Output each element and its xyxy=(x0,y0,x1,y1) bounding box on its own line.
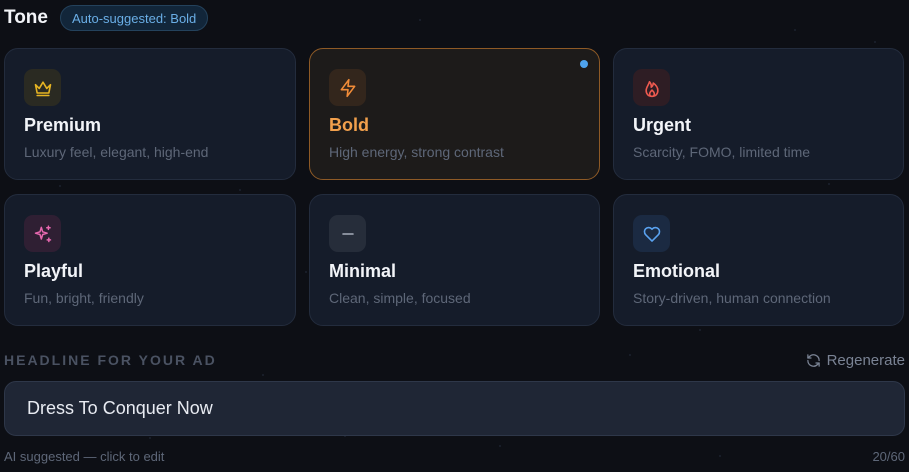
headline-label: HEADLINE FOR YOUR AD xyxy=(4,352,217,368)
tone-card-title: Bold xyxy=(329,115,369,135)
tone-card-description: High energy, strong contrast xyxy=(329,144,504,160)
headline-input[interactable]: Dress To Conquer Now xyxy=(4,381,905,436)
flame-icon xyxy=(644,80,659,97)
tone-card-title: Playful xyxy=(24,261,84,281)
auto-suggested-badge: Auto-suggested: Bold xyxy=(59,5,209,31)
tone-card-playful[interactable]: Playful Fun, bright, friendly xyxy=(4,194,296,326)
tone-card-urgent[interactable]: Urgent Scarcity, FOMO, limited time xyxy=(613,48,904,180)
character-count: 20/60 xyxy=(872,448,905,464)
tone-card-minimal[interactable]: Minimal Clean, simple, focused xyxy=(309,194,600,326)
tone-card-bold[interactable]: Bold High energy, strong contrast xyxy=(309,48,600,180)
sparkles-icon-box xyxy=(24,215,61,252)
headline-section-header: HEADLINE FOR YOUR AD Regenerate xyxy=(4,348,905,372)
minus-icon-box xyxy=(329,215,366,252)
sparkles-icon xyxy=(34,224,51,242)
heart-icon-box xyxy=(633,215,670,252)
tone-card-description: Luxury feel, elegant, high-end xyxy=(24,144,209,160)
selected-indicator-dot xyxy=(580,60,588,68)
headline-footer: AI suggested — click to edit 20/60 xyxy=(4,447,905,465)
crown-icon-box xyxy=(24,69,61,106)
lightning-icon xyxy=(340,78,355,97)
tone-card-title: Urgent xyxy=(633,115,691,135)
crown-icon xyxy=(34,80,51,96)
heart-icon xyxy=(643,226,660,242)
ai-suggested-hint: AI suggested — click to edit xyxy=(4,448,165,464)
tone-header: Tone Auto-suggested: Bold xyxy=(4,4,209,32)
tone-card-description: Fun, bright, friendly xyxy=(24,290,144,306)
tone-title: Tone xyxy=(4,7,48,28)
refresh-icon xyxy=(806,353,820,367)
tone-card-title: Premium xyxy=(24,115,102,135)
tone-card-description: Scarcity, FOMO, limited time xyxy=(633,144,811,160)
regenerate-label: Regenerate xyxy=(826,351,905,369)
regenerate-button[interactable]: Regenerate xyxy=(806,352,905,369)
tone-card-title: Emotional xyxy=(633,261,721,281)
tone-card-emotional[interactable]: Emotional Story-driven, human connection xyxy=(613,194,904,326)
tone-card-title: Minimal xyxy=(329,261,397,281)
tone-grid: Premium Luxury feel, elegant, high-end B… xyxy=(4,48,905,326)
flame-icon-box xyxy=(633,69,670,106)
tone-card-description: Story-driven, human connection xyxy=(633,290,831,306)
tone-card-description: Clean, simple, focused xyxy=(329,290,471,306)
lightning-icon-box xyxy=(329,69,366,106)
tone-card-premium[interactable]: Premium Luxury feel, elegant, high-end xyxy=(4,48,296,180)
minus-icon xyxy=(341,232,354,235)
